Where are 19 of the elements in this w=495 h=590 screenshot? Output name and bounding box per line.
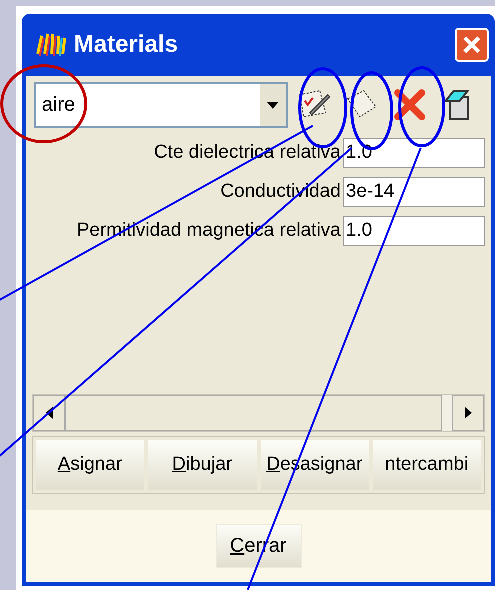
left-arrow-icon <box>46 407 52 419</box>
window-title: Materials <box>74 30 180 60</box>
close-icon <box>462 35 482 55</box>
delete-icon <box>392 87 428 123</box>
dropdown-button[interactable] <box>260 84 286 126</box>
action-button[interactable]: Dibujar <box>148 440 256 490</box>
close-button[interactable] <box>455 28 489 62</box>
horizontal-scrollbar[interactable] <box>32 394 485 432</box>
caret-icon <box>267 102 279 108</box>
property-field[interactable]: 3e-14 <box>343 177 485 207</box>
scroll-left-button[interactable] <box>33 395 65 431</box>
right-arrow-icon <box>464 407 472 419</box>
action-button[interactable]: Asignar <box>36 440 144 490</box>
material-combo-box[interactable]: aire <box>34 82 288 128</box>
combo-value: aire <box>41 93 76 118</box>
scrollbar-thumb[interactable] <box>65 395 442 431</box>
scroll-right-button[interactable] <box>452 395 484 431</box>
action-button[interactable]: ntercambi <box>372 440 481 490</box>
property-field[interactable]: 1.0 <box>343 216 485 246</box>
